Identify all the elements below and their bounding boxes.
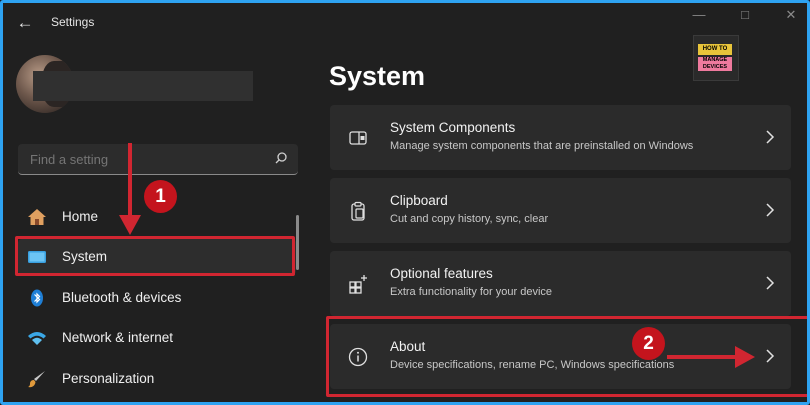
wifi-icon: [28, 332, 46, 345]
card-clipboard[interactable]: Clipboard Cut and copy history, sync, cl…: [330, 178, 791, 243]
search-icon[interactable]: [274, 151, 288, 165]
sidebar-item-label: Personalization: [62, 371, 155, 386]
sidebar-item-label: Bluetooth & devices: [62, 290, 182, 305]
search-input[interactable]: [28, 151, 262, 168]
sidebar-item-label: Network & internet: [62, 330, 174, 345]
title-bar: ← Settings — □ ✕: [3, 3, 807, 41]
back-arrow-icon: ←: [16, 13, 34, 32]
step-2-badge: 2: [632, 327, 665, 360]
card-description: Manage system components that are preins…: [390, 140, 694, 152]
chevron-right-icon: [766, 276, 775, 290]
chevron-right-icon: [766, 130, 775, 144]
clipboard-icon: [351, 201, 365, 221]
red-arrow-down-icon: [119, 143, 141, 235]
sidebar-item-personalization[interactable]: Personalization: [18, 361, 296, 397]
paintbrush-icon: [28, 371, 45, 388]
minimize-button[interactable]: —: [679, 5, 719, 25]
card-optional-features[interactable]: Optional features Extra functionality fo…: [330, 251, 791, 316]
settings-window: ← Settings — □ ✕ Home System Blue: [0, 0, 810, 405]
bluetooth-icon: [31, 289, 43, 307]
home-icon: [28, 209, 46, 225]
window-title: Settings: [51, 15, 95, 29]
howto-logo: HOW TO MANAGE DEVICES: [693, 35, 739, 81]
step-1-badge: 1: [144, 180, 177, 213]
search-box[interactable]: [18, 144, 298, 175]
maximize-button[interactable]: □: [725, 5, 765, 25]
card-system-components[interactable]: System Components Manage system componen…: [330, 105, 791, 170]
sidebar-item-bluetooth[interactable]: Bluetooth & devices: [18, 280, 296, 316]
chevron-right-icon: [766, 203, 775, 217]
sidebar-item-network[interactable]: Network & internet: [18, 320, 296, 356]
optional-features-icon: [349, 275, 367, 294]
logo-text-top: HOW TO: [698, 44, 732, 55]
page-title: System: [329, 61, 426, 91]
back-button[interactable]: ←: [13, 13, 37, 33]
system-components-icon: [349, 131, 367, 145]
card-title: Clipboard: [390, 193, 448, 208]
sidebar-scrollbar[interactable]: [296, 215, 299, 270]
card-description: Cut and copy history, sync, clear: [390, 213, 549, 225]
card-description: Extra functionality for your device: [390, 286, 553, 298]
close-button[interactable]: ✕: [771, 5, 807, 25]
system-highlight-box: [15, 236, 295, 276]
logo-text-bottom: MANAGE DEVICES: [698, 57, 732, 71]
card-title: Optional features: [390, 266, 493, 281]
card-title: System Components: [390, 120, 516, 135]
sidebar-item-label: Home: [62, 209, 99, 224]
account-name-redacted: [33, 71, 253, 101]
red-arrow-right-icon: [667, 346, 755, 368]
